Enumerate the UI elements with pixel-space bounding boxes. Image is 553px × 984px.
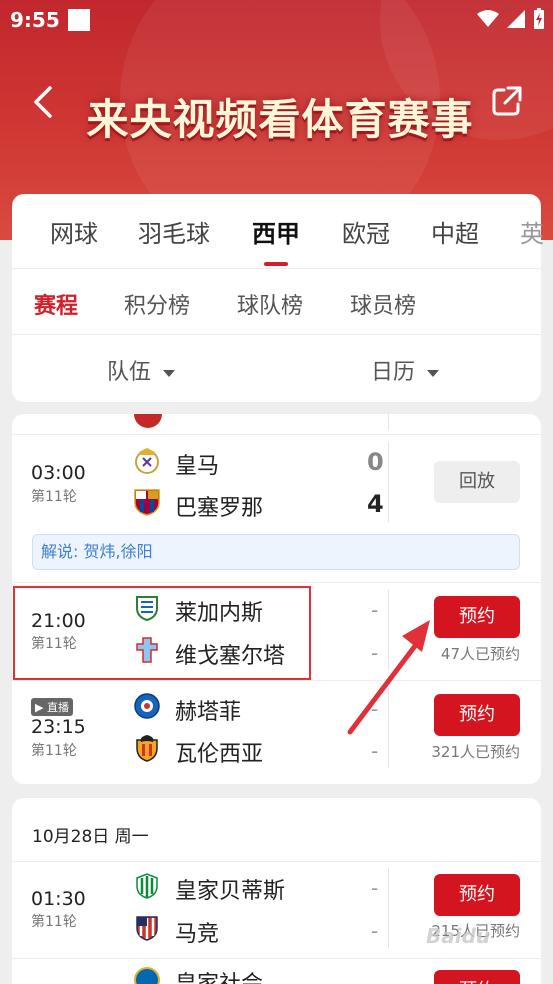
match-round: 第11轮 bbox=[31, 743, 77, 759]
match-round: 第11轮 bbox=[31, 636, 77, 652]
tab-ucl[interactable]: 欧冠 bbox=[342, 214, 390, 249]
reserve-button[interactable]: 预约 bbox=[434, 874, 520, 916]
back-arrow-icon[interactable] bbox=[30, 84, 58, 120]
status-bar: 9:55 bbox=[0, 0, 553, 40]
subtab-player-rank[interactable]: 球员榜 bbox=[350, 288, 416, 320]
calendar-filter[interactable]: 日历 bbox=[371, 354, 440, 386]
page-title: 来央视频看体育赛事 bbox=[86, 95, 474, 144]
getafe-logo-icon bbox=[134, 693, 160, 719]
divider bbox=[12, 268, 541, 269]
watermark: Baidu bbox=[426, 924, 491, 948]
share-icon[interactable] bbox=[490, 84, 524, 118]
celta-logo-icon bbox=[136, 637, 158, 663]
signal-icon bbox=[507, 10, 525, 28]
away-team: 瓦伦西亚 bbox=[175, 742, 264, 767]
match-round: 第11轮 bbox=[31, 489, 77, 505]
team-filter[interactable]: 队伍 bbox=[107, 354, 176, 386]
status-time: 9:55 bbox=[10, 8, 60, 32]
home-team: 皇家社会 bbox=[175, 966, 263, 984]
away-team: 马竞 bbox=[175, 922, 220, 947]
annotation-arrow-icon bbox=[347, 620, 430, 735]
subtab-schedule[interactable]: 赛程 bbox=[34, 288, 78, 320]
team-filter-label: 队伍 bbox=[107, 360, 152, 385]
leganes-logo-icon bbox=[136, 596, 158, 622]
subtab-team-rank[interactable]: 球队榜 bbox=[237, 288, 303, 320]
tab-tennis[interactable]: 网球 bbox=[50, 214, 98, 249]
divider bbox=[12, 582, 541, 583]
commentary-info[interactable]: 解说: 贺炜,徐阳 bbox=[32, 534, 520, 570]
matches-card: 03:00 第11轮 皇马 0 巴塞罗那 4 回放 解说: 贺炜,徐阳 21:0… bbox=[12, 414, 541, 784]
real-betis-logo-icon bbox=[136, 873, 158, 899]
home-score: - bbox=[371, 876, 379, 900]
wifi-icon bbox=[477, 10, 499, 27]
team-logo bbox=[134, 414, 162, 428]
home-team: 赫塔菲 bbox=[175, 700, 242, 725]
subtab-standings[interactable]: 积分榜 bbox=[124, 288, 190, 320]
away-score: - bbox=[371, 739, 379, 763]
away-team: 维戈塞尔塔 bbox=[175, 644, 286, 669]
dropdown-arrow-icon bbox=[163, 369, 176, 377]
live-label: 直播 bbox=[46, 701, 69, 714]
reserve-button[interactable]: 预约 bbox=[434, 970, 520, 984]
barcelona-logo-icon bbox=[134, 489, 160, 516]
divider bbox=[12, 958, 541, 959]
battery-icon bbox=[534, 8, 544, 29]
real-sociedad-logo-icon bbox=[134, 967, 160, 984]
day-card: 10月28日 周一 01:30 第11轮 皇家贝蒂斯 - 马竞 - 预约 215… bbox=[12, 798, 541, 984]
tab-csl[interactable]: 中超 bbox=[431, 214, 479, 249]
divider bbox=[12, 334, 541, 335]
active-tab-indicator bbox=[264, 262, 288, 266]
home-score: 0 bbox=[367, 448, 384, 476]
home-team: 皇马 bbox=[175, 454, 220, 479]
date-header: 10月28日 周一 bbox=[32, 827, 149, 847]
tab-laliga[interactable]: 西甲 bbox=[252, 214, 300, 249]
replay-button[interactable]: 回放 bbox=[434, 461, 520, 503]
home-team: 皇家贝蒂斯 bbox=[175, 879, 286, 904]
atletico-logo-icon bbox=[136, 916, 158, 941]
tab-epl[interactable]: 英 bbox=[520, 214, 544, 249]
divider bbox=[388, 442, 389, 522]
away-team: 巴塞罗那 bbox=[175, 496, 264, 521]
divider bbox=[12, 680, 541, 681]
away-score: - bbox=[371, 919, 379, 943]
divider bbox=[12, 434, 541, 435]
divider bbox=[12, 861, 541, 862]
live-badge: ▶ 直播 bbox=[31, 698, 73, 716]
match-time: 23:15 bbox=[31, 716, 86, 738]
navigation-card: 网球 羽毛球 西甲 欧冠 中超 英 赛程 积分榜 球队榜 球员榜 队伍 日历 bbox=[12, 194, 544, 402]
match-time: 01:30 bbox=[31, 888, 86, 910]
booked-count: 321人已预约 bbox=[431, 743, 520, 761]
valencia-logo-icon bbox=[136, 735, 158, 762]
match-time: 21:00 bbox=[31, 610, 86, 632]
real-madrid-logo-icon bbox=[135, 448, 159, 474]
away-score: 4 bbox=[367, 490, 384, 518]
divider bbox=[388, 868, 389, 948]
home-team: 莱加内斯 bbox=[175, 601, 264, 626]
match-round: 第11轮 bbox=[31, 914, 77, 930]
notification-icon bbox=[68, 9, 90, 31]
divider bbox=[388, 414, 389, 430]
tab-badminton[interactable]: 羽毛球 bbox=[138, 214, 210, 249]
match-time: 03:00 bbox=[31, 462, 86, 484]
calendar-filter-label: 日历 bbox=[371, 360, 416, 385]
dropdown-arrow-icon bbox=[427, 369, 440, 377]
